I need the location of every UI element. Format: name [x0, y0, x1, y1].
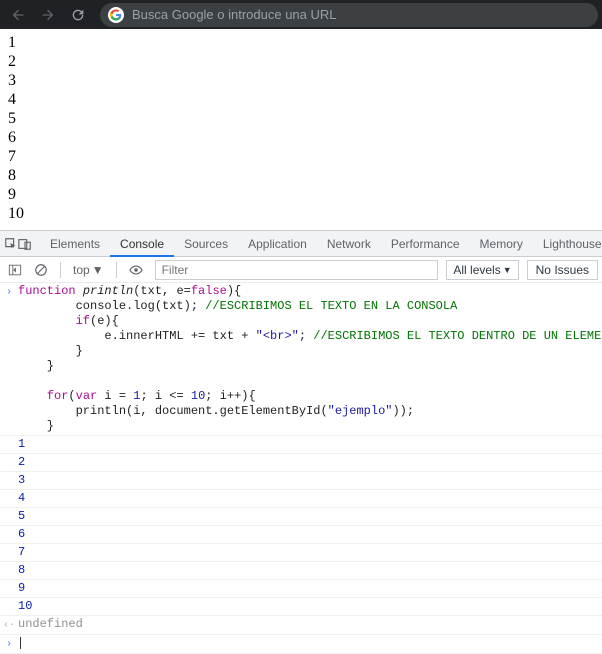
tab-memory[interactable]: Memory: [470, 231, 533, 257]
console-log-row: 2: [0, 454, 602, 472]
console-result-row: ‹· undefined: [0, 616, 602, 635]
inspect-button[interactable]: [4, 231, 18, 257]
console-log-row: 9: [0, 580, 602, 598]
console-output-area[interactable]: › function println(txt, e=false){ consol…: [0, 283, 602, 654]
separator: [60, 262, 61, 278]
google-icon: [108, 7, 124, 23]
live-expression-button[interactable]: [125, 259, 147, 281]
filter-input[interactable]: [155, 260, 439, 280]
reload-icon: [70, 7, 86, 23]
console-prompt[interactable]: [18, 636, 602, 652]
devtools-panel: Elements Console Sources Application Net…: [0, 230, 602, 654]
sidebar-icon: [8, 263, 22, 277]
arrow-left-icon: [10, 7, 26, 23]
cursor-icon: [20, 637, 21, 649]
console-log-row: 8: [0, 562, 602, 580]
device-toggle-button[interactable]: [18, 231, 32, 257]
console-log-row: 10: [0, 598, 602, 616]
page-line: 9: [8, 185, 594, 204]
back-button[interactable]: [4, 1, 32, 29]
console-log-row: 7: [0, 544, 602, 562]
page-line: 4: [8, 90, 594, 109]
device-icon: [18, 237, 32, 251]
page-line: 6: [8, 128, 594, 147]
tab-performance[interactable]: Performance: [381, 231, 470, 257]
issues-button[interactable]: No Issues: [527, 260, 598, 280]
page-line: 7: [8, 147, 594, 166]
console-log-row: 1: [0, 436, 602, 454]
devtools-tabbar: Elements Console Sources Application Net…: [0, 231, 602, 257]
input-chevron-icon: ›: [0, 636, 18, 652]
page-line: 8: [8, 166, 594, 185]
chevron-down-icon: ▼: [92, 263, 104, 277]
sidebar-toggle-button[interactable]: [4, 259, 26, 281]
tab-application[interactable]: Application: [238, 231, 317, 257]
console-log-row: 4: [0, 490, 602, 508]
page-line: 1: [8, 33, 594, 52]
console-log-row: 5: [0, 508, 602, 526]
eye-icon: [129, 263, 143, 277]
browser-toolbar: Busca Google o introduce una URL: [0, 0, 602, 29]
page-line: 2: [8, 52, 594, 71]
result-chevron-icon: ‹·: [0, 617, 18, 633]
reload-button[interactable]: [64, 1, 92, 29]
console-toolbar: top ▼ All levels ▼ No Issues: [0, 257, 602, 283]
separator: [116, 262, 117, 278]
input-chevron-icon: ›: [0, 284, 18, 434]
page-line: 3: [8, 71, 594, 90]
page-line: 5: [8, 109, 594, 128]
clear-icon: [34, 263, 48, 277]
tab-network[interactable]: Network: [317, 231, 381, 257]
console-prompt-row[interactable]: ›: [0, 635, 602, 654]
tab-sources[interactable]: Sources: [174, 231, 238, 257]
console-input-block: › function println(txt, e=false){ consol…: [0, 283, 602, 436]
inspect-icon: [4, 237, 18, 251]
chevron-down-icon: ▼: [503, 265, 512, 275]
clear-console-button[interactable]: [30, 259, 52, 281]
log-levels-selector[interactable]: All levels ▼: [446, 260, 518, 280]
arrow-right-icon: [40, 7, 56, 23]
forward-button[interactable]: [34, 1, 62, 29]
tab-lighthouse[interactable]: Lighthouse: [533, 231, 602, 257]
context-selector[interactable]: top ▼: [69, 263, 108, 277]
tab-elements[interactable]: Elements: [40, 231, 110, 257]
console-log-row: 3: [0, 472, 602, 490]
omnibox-placeholder: Busca Google o introduce una URL: [132, 7, 337, 22]
tab-console[interactable]: Console: [110, 231, 174, 257]
page-body: 1 2 3 4 5 6 7 8 9 10: [0, 29, 602, 230]
console-log-row: 6: [0, 526, 602, 544]
console-code: function println(txt, e=false){ console.…: [18, 284, 602, 434]
address-bar[interactable]: Busca Google o introduce una URL: [100, 3, 598, 27]
page-line: 10: [8, 204, 594, 223]
